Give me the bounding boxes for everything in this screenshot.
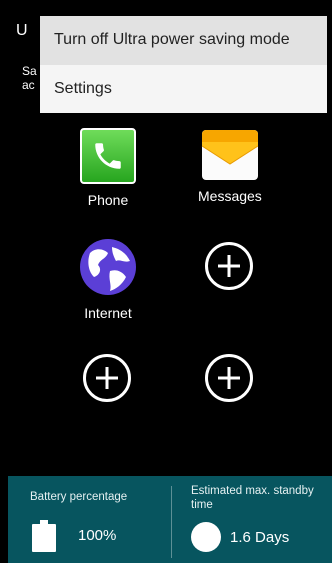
menu-item-turn-off-ultra-power-saving[interactable]: Turn off Ultra power saving mode xyxy=(40,16,327,65)
panel-divider xyxy=(171,486,172,558)
globe-icon xyxy=(78,237,138,297)
battery-icon xyxy=(32,520,56,552)
add-app-slot[interactable] xyxy=(205,354,253,402)
app-phone[interactable]: Phone xyxy=(80,128,136,208)
app-internet[interactable]: Internet xyxy=(78,237,138,321)
add-app-slot[interactable] xyxy=(83,354,131,402)
add-icon xyxy=(83,354,131,402)
standby-icon xyxy=(191,522,221,552)
overflow-menu: Turn off Ultra power saving mode Setting… xyxy=(40,16,327,113)
app-messages[interactable]: Messages xyxy=(198,128,262,204)
app-label-phone: Phone xyxy=(87,192,129,208)
add-app-slot[interactable] xyxy=(205,242,253,290)
standby-time-value: 1.6 Days xyxy=(230,529,290,546)
add-icon xyxy=(205,242,253,290)
messages-icon xyxy=(201,128,259,180)
battery-percentage-value: 100% xyxy=(78,527,117,544)
add-icon xyxy=(205,354,253,402)
app-label-messages: Messages xyxy=(198,188,262,204)
battery-percentage-label: Battery percentage xyxy=(30,491,128,503)
menu-item-settings[interactable]: Settings xyxy=(40,65,327,114)
phone-icon xyxy=(80,128,136,184)
app-label-internet: Internet xyxy=(84,305,132,321)
power-status-panel: Battery percentage 100% Estimated max. s… xyxy=(8,476,332,563)
standby-time-label: Estimated max. standby time xyxy=(191,485,314,511)
screen-title-fragment: U xyxy=(16,22,28,39)
